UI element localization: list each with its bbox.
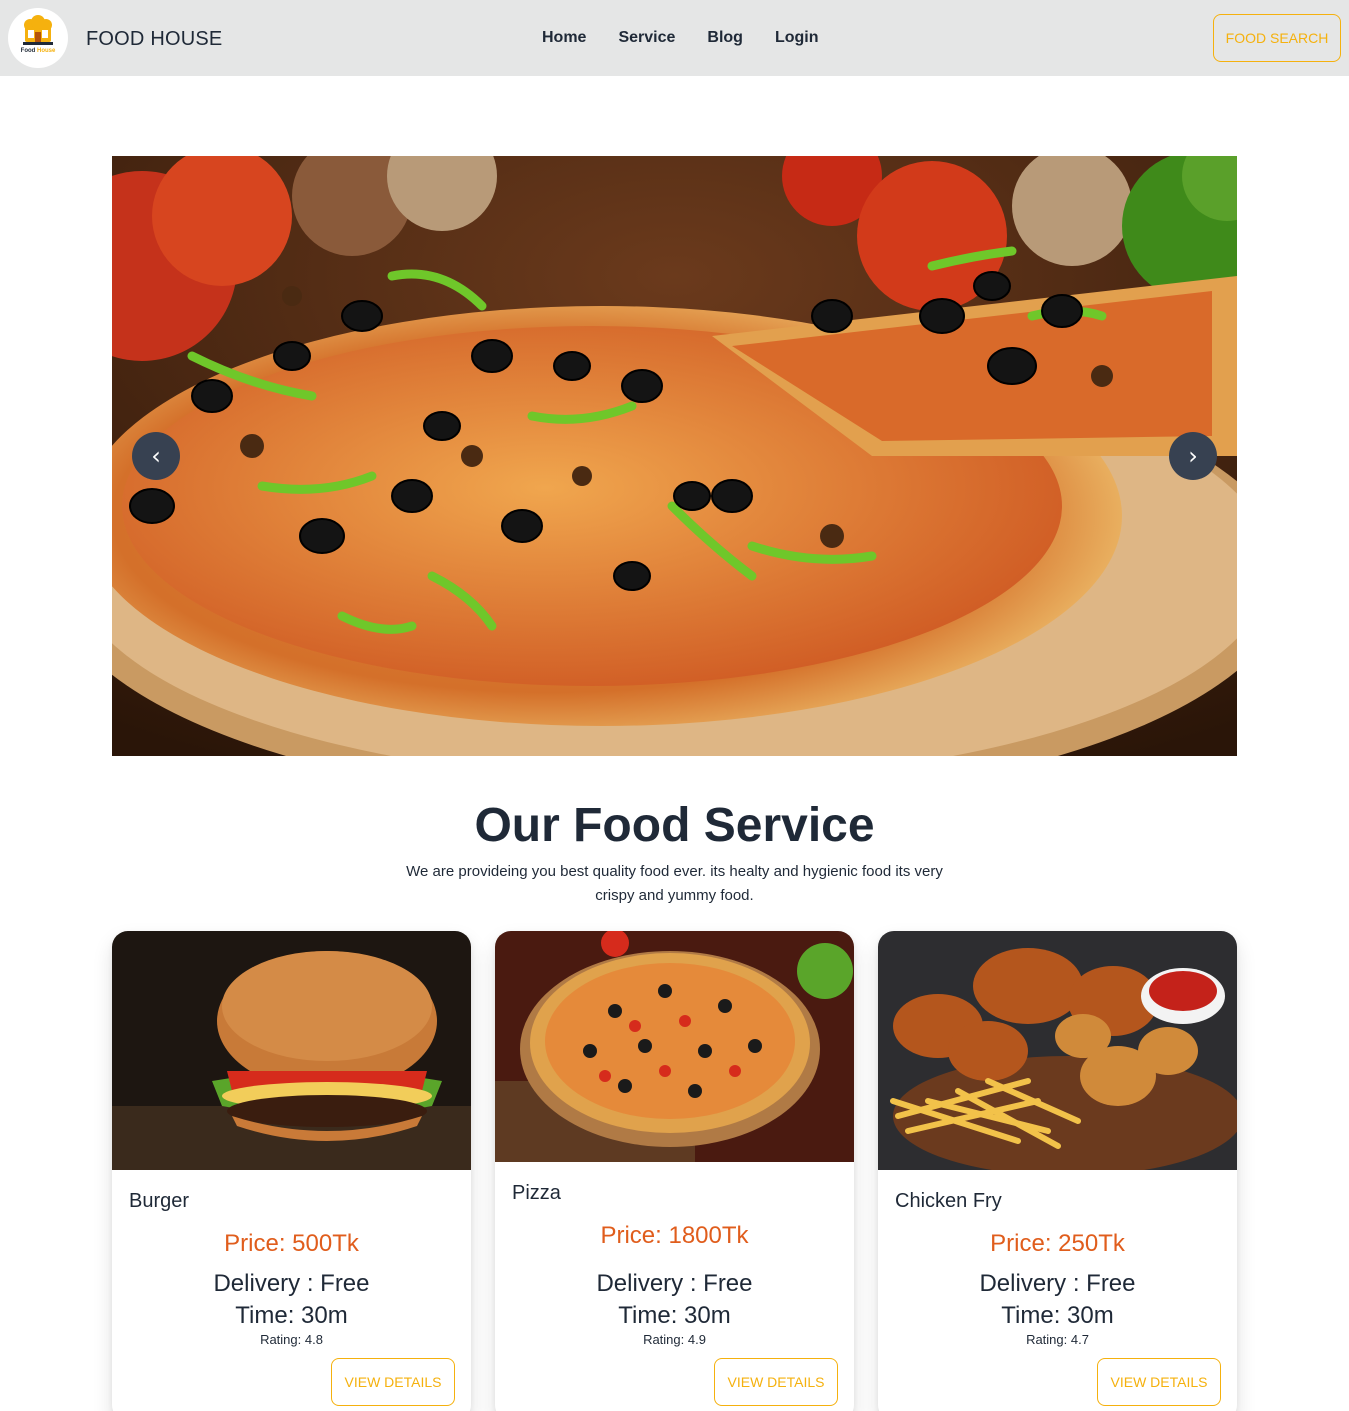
card-price: Price: 500Tk bbox=[224, 1230, 359, 1257]
chicken-fry-image bbox=[878, 931, 1237, 1170]
card-title: Chicken Fry bbox=[895, 1190, 1002, 1212]
card-rating: Rating: 4.8 bbox=[260, 1332, 323, 1347]
card-time: Time: 30m bbox=[618, 1302, 731, 1329]
food-card-pizza: Pizza Price: 1800Tk Delivery : Free Time… bbox=[495, 931, 854, 1411]
nav-item-home[interactable]: Home bbox=[526, 18, 602, 58]
card-image bbox=[878, 931, 1237, 1170]
hero-carousel bbox=[112, 156, 1237, 756]
burger-image bbox=[112, 931, 471, 1170]
card-delivery: Delivery : Free bbox=[979, 1270, 1136, 1297]
card-image bbox=[112, 931, 471, 1170]
food-card-burger: Burger Price: 500Tk Delivery : Free Time… bbox=[112, 931, 471, 1411]
chef-hat-icon bbox=[23, 15, 53, 45]
card-time: Time: 30m bbox=[1001, 1302, 1114, 1329]
carousel-prev-button[interactable]: ‹ bbox=[132, 432, 180, 480]
view-details-button[interactable]: VIEW DETAILS bbox=[1097, 1358, 1221, 1406]
section-subtitle: We are provideing you best quality food … bbox=[406, 863, 943, 904]
card-price: Price: 1800Tk bbox=[600, 1222, 749, 1249]
chevron-right-icon: › bbox=[1188, 442, 1198, 470]
section-title: Our Food Service bbox=[474, 799, 875, 852]
food-card-chicken-fry: Chicken Fry Price: 250Tk Delivery : Free… bbox=[878, 931, 1237, 1411]
nav-menu: Home Service Blog Login bbox=[526, 18, 834, 58]
card-title: Pizza bbox=[512, 1182, 561, 1204]
logo-caption: Food House bbox=[20, 48, 56, 54]
logo[interactable]: Food House bbox=[8, 8, 68, 68]
card-time: Time: 30m bbox=[235, 1302, 348, 1329]
food-search-button[interactable]: FOOD SEARCH bbox=[1213, 14, 1341, 62]
nav-item-service[interactable]: Service bbox=[602, 18, 691, 58]
card-title: Burger bbox=[129, 1190, 190, 1212]
card-rating: Rating: 4.7 bbox=[1026, 1332, 1089, 1347]
navbar: Food House FOOD HOUSE Home Service Blog … bbox=[0, 0, 1349, 76]
brand-name[interactable]: FOOD HOUSE bbox=[86, 27, 222, 51]
pizza-image bbox=[495, 931, 854, 1162]
card-delivery: Delivery : Free bbox=[596, 1270, 753, 1297]
nav-item-login[interactable]: Login bbox=[759, 18, 835, 58]
card-rating: Rating: 4.9 bbox=[643, 1332, 706, 1347]
view-details-button[interactable]: VIEW DETAILS bbox=[714, 1358, 838, 1406]
card-delivery: Delivery : Free bbox=[213, 1270, 370, 1297]
nav-item-blog[interactable]: Blog bbox=[691, 18, 759, 58]
card-image bbox=[495, 931, 854, 1162]
card-price: Price: 250Tk bbox=[990, 1230, 1125, 1257]
carousel-next-button[interactable]: › bbox=[1169, 432, 1217, 480]
pizza-hero-image bbox=[112, 156, 1237, 756]
chevron-left-icon: ‹ bbox=[151, 442, 161, 470]
view-details-button[interactable]: VIEW DETAILS bbox=[331, 1358, 455, 1406]
